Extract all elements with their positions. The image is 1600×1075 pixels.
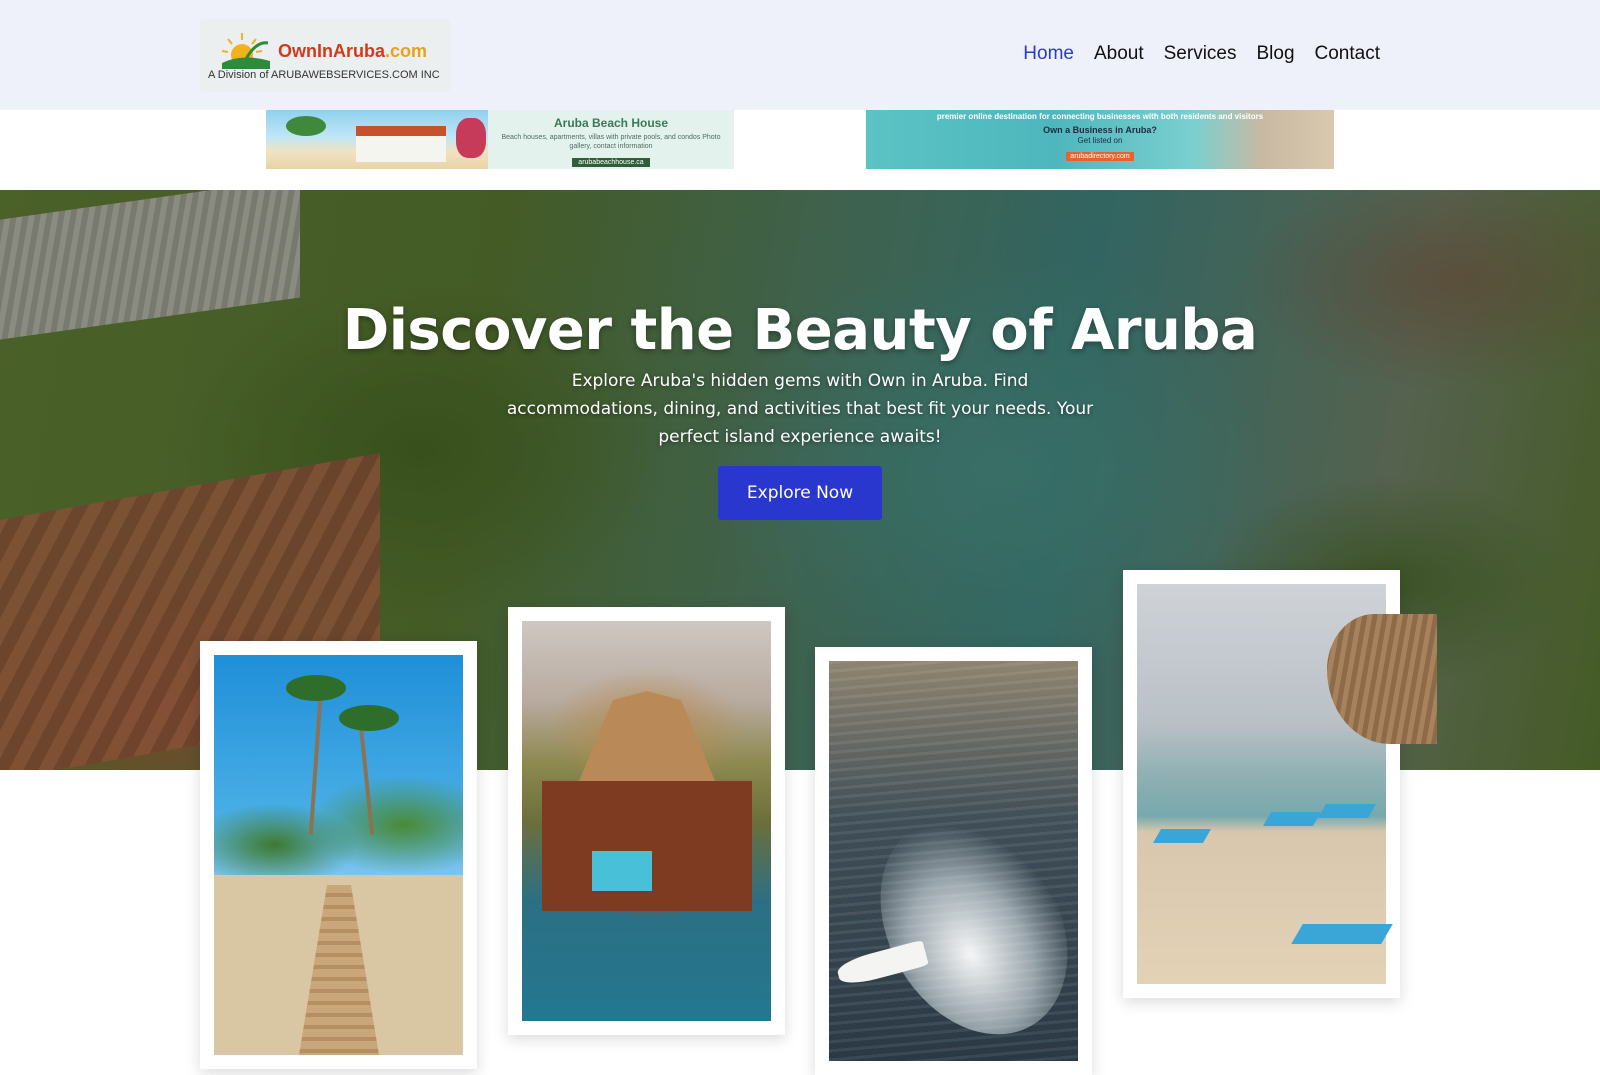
main-nav: Home About Services Blog Contact	[1023, 43, 1380, 65]
gallery-card-4[interactable]	[1123, 570, 1437, 998]
palm-beach-photo	[214, 655, 463, 1055]
logo-name-text: OwnInAruba	[278, 41, 385, 61]
straw-umbrella-shape	[1327, 614, 1437, 744]
beach-chair-shape	[1152, 829, 1212, 843]
palm-frond	[339, 705, 399, 731]
boat-wake-shape	[842, 783, 1106, 1069]
speedboat-photo	[829, 661, 1106, 1069]
palm-trunk	[357, 715, 375, 835]
palm-icon	[286, 116, 326, 136]
explore-now-button[interactable]: Explore Now	[718, 466, 882, 520]
ad-directory-tagline: premier online destination for connectin…	[936, 112, 1264, 121]
logo-wordmark: OwnInAruba.com	[278, 41, 427, 62]
ad-beach-house-title: Aruba Beach House	[553, 116, 669, 130]
ad-banner-directory[interactable]: premier online destination for connectin…	[866, 110, 1334, 169]
ad-directory-url[interactable]: arubadirectory.com	[1066, 152, 1134, 161]
beach-chair-shape	[1262, 812, 1322, 826]
logo-tld-text: .com	[385, 41, 428, 61]
ad-beach-house-url[interactable]: arubabeachhouse.ca	[572, 158, 650, 167]
thatched-roof-shape	[579, 691, 715, 781]
site-header: OwnInAruba.com A Division of ARUBAWEBSER…	[0, 0, 1600, 110]
deck-shape	[542, 781, 752, 911]
ad-directory-cta: Get listed on	[1077, 136, 1123, 145]
beach-house-image	[266, 110, 488, 169]
ad-beach-house-text: Aruba Beach House Beach houses, apartmen…	[488, 110, 734, 169]
ad-banner-beach-house[interactable]: Aruba Beach House Beach houses, apartmen…	[266, 110, 734, 169]
pool-shape	[592, 851, 652, 891]
palm-trunk	[308, 685, 324, 835]
hero-title: Discover the Beauty of Aruba	[342, 297, 1258, 363]
gallery-card-1[interactable]	[200, 641, 477, 1069]
gallery-card-2[interactable]	[508, 607, 785, 1035]
hero-description: Explore Aruba's hidden gems with Own in …	[506, 371, 1094, 447]
beach-chair-shape	[1291, 924, 1393, 944]
gallery-card-3[interactable]	[815, 647, 1106, 1075]
nav-contact[interactable]: Contact	[1315, 43, 1380, 65]
ad-directory-question: Own a Business in Aruba?	[1043, 125, 1157, 135]
boardwalk-shape	[299, 885, 379, 1055]
beach-umbrella-photo	[1137, 584, 1437, 984]
nav-home[interactable]: Home	[1023, 43, 1074, 65]
nav-services[interactable]: Services	[1164, 43, 1237, 65]
nav-about[interactable]: About	[1094, 43, 1144, 65]
sun-logo-icon	[221, 33, 270, 69]
house-icon	[356, 126, 446, 162]
beach-chair-shape	[1317, 804, 1377, 818]
palm-frond	[286, 675, 346, 701]
logo-subtitle: A Division of ARUBAWEBSERVICES.COM INC	[208, 69, 440, 81]
overwater-bungalow-photo	[522, 621, 771, 1021]
nav-blog[interactable]: Blog	[1256, 43, 1294, 65]
bougainvillea-icon	[456, 118, 486, 158]
ad-strip: Aruba Beach House Beach houses, apartmen…	[0, 110, 1600, 190]
site-logo[interactable]: OwnInAruba.com A Division of ARUBAWEBSER…	[200, 19, 450, 92]
ad-beach-house-description: Beach houses, apartments, villas with pr…	[501, 134, 721, 150]
